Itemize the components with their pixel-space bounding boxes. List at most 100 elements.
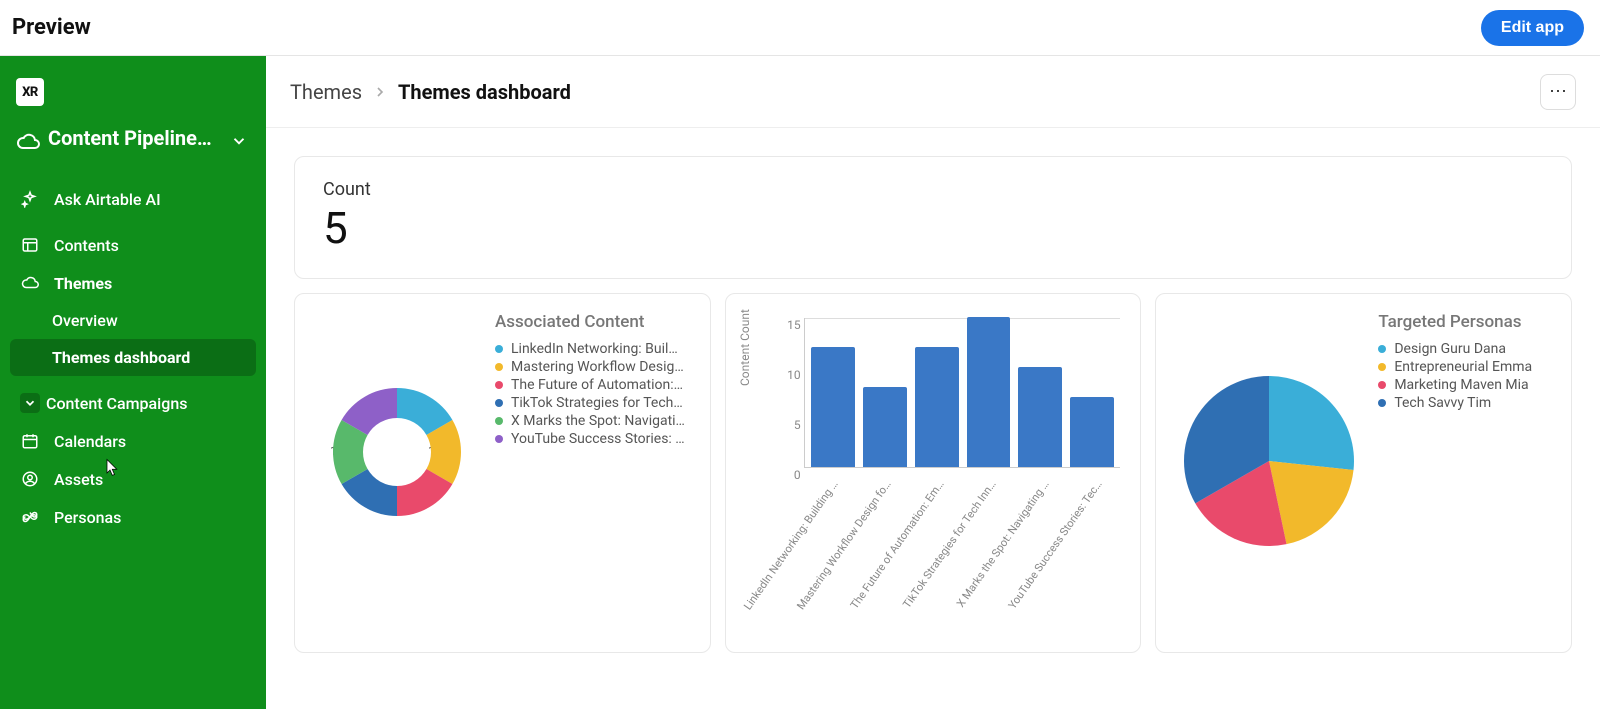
sidebar-item-overview[interactable]: Overview: [10, 302, 256, 339]
bar[interactable]: [1018, 367, 1062, 467]
legend-item[interactable]: Entrepreneurial Emma: [1378, 358, 1532, 376]
legend-item[interactable]: The Future of Automation:…: [495, 376, 685, 394]
x-tick-label: The Future of Automation: Em…: [847, 478, 946, 611]
workspace-switcher[interactable]: Content Pipeline…: [10, 120, 256, 176]
preview-title: Preview: [12, 15, 91, 40]
donut-legend: Associated Content LinkedIn Networking: …: [495, 312, 685, 448]
bar-plot-area: 051015: [804, 318, 1121, 468]
workspace-title: Content Pipeline…: [48, 126, 230, 151]
legend-label: Mastering Workflow Desig…: [511, 359, 684, 375]
x-tick-label: TikTok Strategies for Tech Inn…: [901, 478, 999, 611]
calendar-icon: [20, 431, 40, 451]
sidebar-nav: Ask Airtable AI Contents Themes Overview…: [10, 180, 256, 536]
sidebar-item-content-campaigns[interactable]: Content Campaigns: [10, 384, 256, 422]
legend-item[interactable]: Tech Savvy Tim: [1378, 394, 1532, 412]
chart-title: Targeted Personas: [1378, 312, 1532, 332]
bar[interactable]: [863, 387, 907, 467]
legend-item[interactable]: Mastering Workflow Desig…: [495, 358, 685, 376]
sparkle-icon: [20, 189, 40, 209]
y-tick: 15: [777, 318, 801, 332]
legend-label: The Future of Automation:…: [511, 377, 683, 393]
breadcrumb-item-active[interactable]: Themes dashboard: [398, 80, 571, 104]
y-tick: 0: [777, 468, 801, 482]
pie-chart: 26.7%20.0%20.0%33.3%: [1174, 366, 1364, 556]
pie-slice[interactable]: [1269, 376, 1354, 470]
legend-list: LinkedIn Networking: Buil… Mastering Work…: [495, 340, 685, 448]
legend-color-dot: [495, 363, 503, 371]
legend-color-dot: [1378, 381, 1386, 389]
x-tick-label: X Marks the Spot: Navigating …: [954, 478, 1052, 610]
circle-user-icon: [20, 469, 40, 489]
breadcrumb-item[interactable]: Themes: [290, 80, 362, 104]
sidebar-item-label: Themes: [54, 274, 112, 293]
bar-chart-card: Content Count 051015 LinkedIn Networking…: [725, 293, 1142, 653]
legend-label: LinkedIn Networking: Buil…: [511, 341, 678, 357]
pie-legend: Targeted Personas Design Guru Dana Entrep…: [1378, 312, 1532, 412]
legend-item[interactable]: Design Guru Dana: [1378, 340, 1532, 358]
workspace-logo-text: XR: [22, 85, 38, 100]
infinity-icon: [20, 507, 40, 527]
pie-chart-card: 26.7%20.0%20.0%33.3% Targeted Personas D…: [1155, 293, 1572, 653]
legend-label: Tech Savvy Tim: [1394, 395, 1491, 411]
bar[interactable]: [967, 317, 1011, 467]
legend-label: Marketing Maven Mia: [1394, 377, 1528, 393]
sidebar-item-contents[interactable]: Contents: [10, 226, 256, 264]
donut-chart: 16.7%16.7%16.7%16.7%16.7%16.7%: [317, 372, 477, 532]
legend-item[interactable]: LinkedIn Networking: Buil…: [495, 340, 685, 358]
sidebar-item-ask-ai[interactable]: Ask Airtable AI: [10, 180, 256, 218]
ellipsis-icon: ⋯: [1549, 81, 1567, 102]
workspace-logo[interactable]: XR: [16, 78, 44, 106]
sidebar-item-label: Content Campaigns: [46, 394, 187, 413]
legend-label: Design Guru Dana: [1394, 341, 1506, 357]
sidebar-item-themes-dashboard[interactable]: Themes dashboard: [10, 339, 256, 376]
chart-row: 16.7%16.7%16.7%16.7%16.7%16.7% Associate…: [294, 293, 1572, 653]
legend-item[interactable]: X Marks the Spot: Navigati…: [495, 412, 685, 430]
breadcrumb: Themes Themes dashboard: [290, 80, 571, 104]
sidebar-item-themes[interactable]: Themes: [10, 264, 256, 302]
legend-color-dot: [495, 345, 503, 353]
legend-color-dot: [1378, 345, 1386, 353]
bar[interactable]: [915, 347, 959, 467]
bar[interactable]: [811, 347, 855, 467]
y-tick: 5: [777, 418, 801, 432]
legend-item[interactable]: Marketing Maven Mia: [1378, 376, 1532, 394]
chevron-down-icon: [20, 393, 40, 413]
chart-title: Associated Content: [495, 312, 685, 332]
legend-color-dot: [495, 417, 503, 425]
y-tick: 10: [777, 368, 801, 382]
dashboard-content: Count 5 16.7%16.7%16.7%16.7%16.7%16.7% A…: [266, 128, 1600, 709]
edit-app-button[interactable]: Edit app: [1481, 10, 1584, 46]
cloud-icon: [20, 273, 40, 293]
more-options-button[interactable]: ⋯: [1540, 74, 1576, 110]
grid-icon: [20, 235, 40, 255]
sidebar-item-label: Personas: [54, 508, 121, 527]
sidebar-item-label: Assets: [54, 470, 103, 489]
legend-color-dot: [495, 399, 503, 407]
cloud-icon: [16, 130, 40, 158]
main: Themes Themes dashboard ⋯ Count 5 16.7%1…: [266, 56, 1600, 709]
sidebar-item-personas[interactable]: Personas: [10, 498, 256, 536]
sidebar-item-label: Overview: [52, 311, 118, 330]
legend-color-dot: [495, 435, 503, 443]
x-tick-label: Mastering Workflow Design fo…: [794, 478, 893, 612]
sidebar-item-label: Themes dashboard: [52, 348, 190, 367]
sidebar-item-label: Ask Airtable AI: [54, 190, 161, 209]
legend-label: Entrepreneurial Emma: [1394, 359, 1532, 375]
count-value: 5: [323, 202, 1543, 254]
sidebar-item-label: Contents: [54, 236, 119, 255]
app-frame: XR Content Pipeline… Ask Airtable AI Con…: [0, 56, 1600, 709]
x-tick-label: LinkedIn Networking: Building …: [741, 478, 840, 612]
legend-color-dot: [1378, 363, 1386, 371]
legend-color-dot: [495, 381, 503, 389]
sidebar-item-calendars[interactable]: Calendars: [10, 422, 256, 460]
y-axis-label: Content Count: [738, 309, 752, 386]
legend-label: X Marks the Spot: Navigati…: [511, 413, 685, 429]
donut-chart-card: 16.7%16.7%16.7%16.7%16.7%16.7% Associate…: [294, 293, 711, 653]
legend-label: YouTube Success Stories: …: [511, 431, 685, 447]
sidebar-item-assets[interactable]: Assets: [10, 460, 256, 498]
chevron-right-icon: [372, 84, 388, 100]
bar-chart: Content Count 051015 LinkedIn Networking…: [744, 312, 1123, 622]
legend-item[interactable]: TikTok Strategies for Tech…: [495, 394, 685, 412]
bar[interactable]: [1070, 397, 1114, 467]
legend-item[interactable]: YouTube Success Stories: …: [495, 430, 685, 448]
